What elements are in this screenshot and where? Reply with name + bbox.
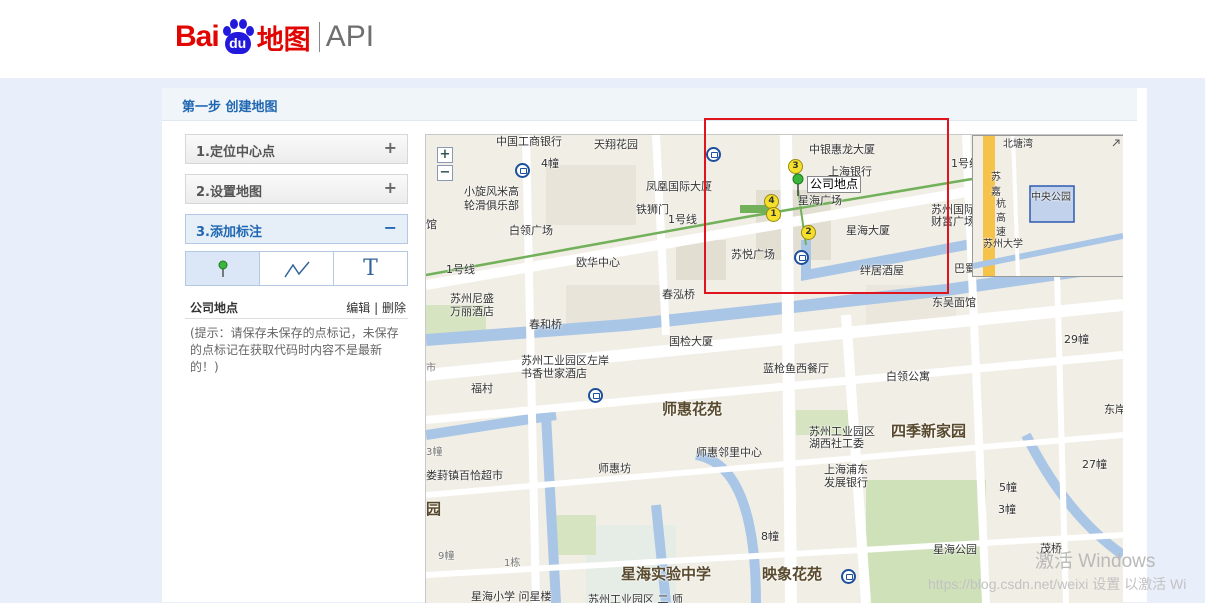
panel-label: 3.添加标注: [196, 225, 262, 240]
map-poi-label[interactable]: 发展银行: [824, 476, 868, 489]
text-tool-button[interactable]: T: [334, 252, 407, 285]
map-poi-label[interactable]: 师惠邻里中心: [696, 446, 762, 459]
map-poi-label[interactable]: 3幢: [998, 503, 1016, 516]
pin-tool-button[interactable]: [186, 252, 260, 285]
map-poi-label[interactable]: 苏州尼盛: [450, 292, 494, 305]
zoom-out-button[interactable]: −: [437, 165, 453, 181]
map-poi-label[interactable]: 书香世家酒店: [521, 367, 587, 380]
map-poi-label[interactable]: 5幢: [999, 481, 1017, 494]
map-poi-label[interactable]: 1号线: [446, 263, 475, 276]
zoom-in-button[interactable]: +: [437, 147, 453, 163]
map-poi-label[interactable]: 白领广场: [509, 224, 553, 237]
marker-name: 公司地点: [190, 301, 239, 315]
map-poi-label[interactable]: 娄葑镇百恰超市: [426, 469, 503, 482]
map-poi-label[interactable]: 苏州工业园区左岸: [521, 354, 609, 367]
windows-activation-watermark: 激活 Windows: [1035, 551, 1156, 572]
polyline-tool-button[interactable]: [260, 252, 334, 285]
map-poi-label[interactable]: 29幢: [1064, 333, 1089, 346]
overview-label: 中央公园: [1031, 192, 1071, 203]
delete-link[interactable]: 删除: [382, 301, 406, 315]
panel-set-map[interactable]: 2.设置地图 +: [185, 174, 408, 204]
map-poi-label[interactable]: 轮滑俱乐部: [464, 199, 519, 212]
map-poi-label[interactable]: 白领公寓: [886, 370, 930, 383]
overview-label: 杭: [996, 199, 1006, 210]
logo-api-text: API: [325, 20, 375, 53]
map-poi-label[interactable]: 春和桥: [529, 318, 562, 331]
map-poi-label[interactable]: 上海浦东: [824, 463, 868, 476]
step-bar: 第一步 创建地图: [162, 88, 1137, 121]
map-poi-label[interactable]: 东岸: [1104, 403, 1123, 416]
overview-label: 苏州大学: [983, 239, 1023, 250]
save-hint-text: (提示：请保存未保存的点标记，未保存的点标记在获取代码时内容不是最新的！): [190, 326, 399, 374]
top-header: Bai du 地图 API: [0, 0, 1205, 78]
map-area-label[interactable]: 星海实验中学: [621, 567, 711, 582]
collapse-overview-icon[interactable]: [1111, 138, 1121, 148]
polyline-icon: [283, 261, 310, 277]
map-poi-label[interactable]: 万丽酒店: [450, 305, 494, 318]
paw-icon: du: [221, 18, 255, 56]
panel-locate-center[interactable]: 1.定位中心点 +: [185, 134, 408, 164]
map-poi-label[interactable]: 星海公园: [933, 543, 977, 556]
map-poi-label[interactable]: 星海小学 问星楼: [471, 590, 552, 603]
bus-stop-icon[interactable]: [515, 163, 530, 178]
map-poi-label[interactable]: 1号线: [668, 213, 697, 226]
marker-actions: 编辑 | 删除: [346, 299, 406, 316]
collapse-icon[interactable]: −: [384, 218, 397, 237]
map-poi-label[interactable]: 馆: [426, 218, 437, 231]
map-poi-label[interactable]: 8幢: [761, 530, 779, 543]
baidu-map-logo[interactable]: Bai du 地图 API: [175, 14, 374, 60]
map-poi-label[interactable]: 欧华中心: [576, 256, 620, 269]
map-poi-label[interactable]: 4幢: [541, 157, 559, 170]
map-area-label[interactable]: 映象花苑: [762, 567, 822, 582]
map-poi-label[interactable]: 27幢: [1082, 458, 1107, 471]
bus-stop-icon[interactable]: [588, 388, 603, 403]
step-title: 第一步 创建地图: [182, 100, 278, 115]
map-poi-label[interactable]: 蓝枪鱼西餐厅: [763, 362, 829, 375]
panel-add-marker[interactable]: 3.添加标注 −: [185, 214, 408, 244]
map-poi-label[interactable]: 中国工商银行: [496, 135, 562, 148]
map-building-label[interactable]: 1栋: [504, 557, 520, 570]
overview-label: 高: [996, 213, 1006, 224]
action-divider: |: [374, 301, 379, 315]
panel-label: 1.定位中心点: [196, 145, 275, 160]
zoom-control: + −: [437, 147, 453, 183]
logo-ditu-text: 地图: [256, 24, 311, 56]
map-poi-label[interactable]: 湖西社工委: [809, 437, 864, 450]
map-poi-label[interactable]: 小旋风米高: [464, 185, 519, 198]
map-poi-label[interactable]: 东吴面馆: [932, 296, 976, 309]
marker-toolbar: T: [185, 251, 408, 286]
overview-map[interactable]: 北塘湾苏嘉杭高速中央公园 苏州大学: [972, 135, 1123, 277]
map-poi-label[interactable]: 春泓桥: [662, 288, 695, 301]
expand-icon[interactable]: +: [384, 178, 397, 197]
logo-separator: [318, 22, 320, 52]
logo-du-text: du: [224, 32, 251, 54]
map-building-label[interactable]: 3幢: [426, 446, 442, 459]
map-area-label[interactable]: 四季新家园: [891, 424, 966, 439]
map-poi-label[interactable]: 铁狮门: [636, 203, 669, 216]
map-poi-label[interactable]: 凤凰国际大厦: [646, 180, 712, 193]
map-poi-label[interactable]: 师惠坊: [598, 462, 631, 475]
marker-list-item: 公司地点 编辑 | 删除: [185, 296, 408, 319]
text-icon: T: [363, 256, 378, 281]
map-poi-label[interactable]: 福村: [471, 382, 493, 395]
overview-label: 北塘湾: [1003, 139, 1033, 150]
blog-url-watermark: https://blog.csdn.net/weixi 设置 以激活 Wi: [928, 576, 1187, 592]
overview-label: 苏: [991, 172, 1001, 183]
highlight-box: [704, 118, 949, 294]
expand-icon[interactable]: +: [384, 138, 397, 157]
map-building-label[interactable]: 9幢: [438, 550, 454, 563]
pin-icon: [218, 260, 227, 277]
map-poi-label[interactable]: 国检大厦: [669, 335, 713, 348]
map-poi-label[interactable]: 天翔花园: [594, 138, 638, 151]
logo-bai-text: Bai: [175, 20, 220, 53]
bus-stop-icon[interactable]: [841, 569, 856, 584]
map-building-label[interactable]: 市: [426, 362, 436, 375]
map-area-label[interactable]: 师惠花苑: [662, 402, 722, 417]
map-area-label[interactable]: 园: [426, 502, 441, 517]
edit-link[interactable]: 编辑: [346, 301, 370, 315]
panel-label: 2.设置地图: [196, 185, 262, 200]
